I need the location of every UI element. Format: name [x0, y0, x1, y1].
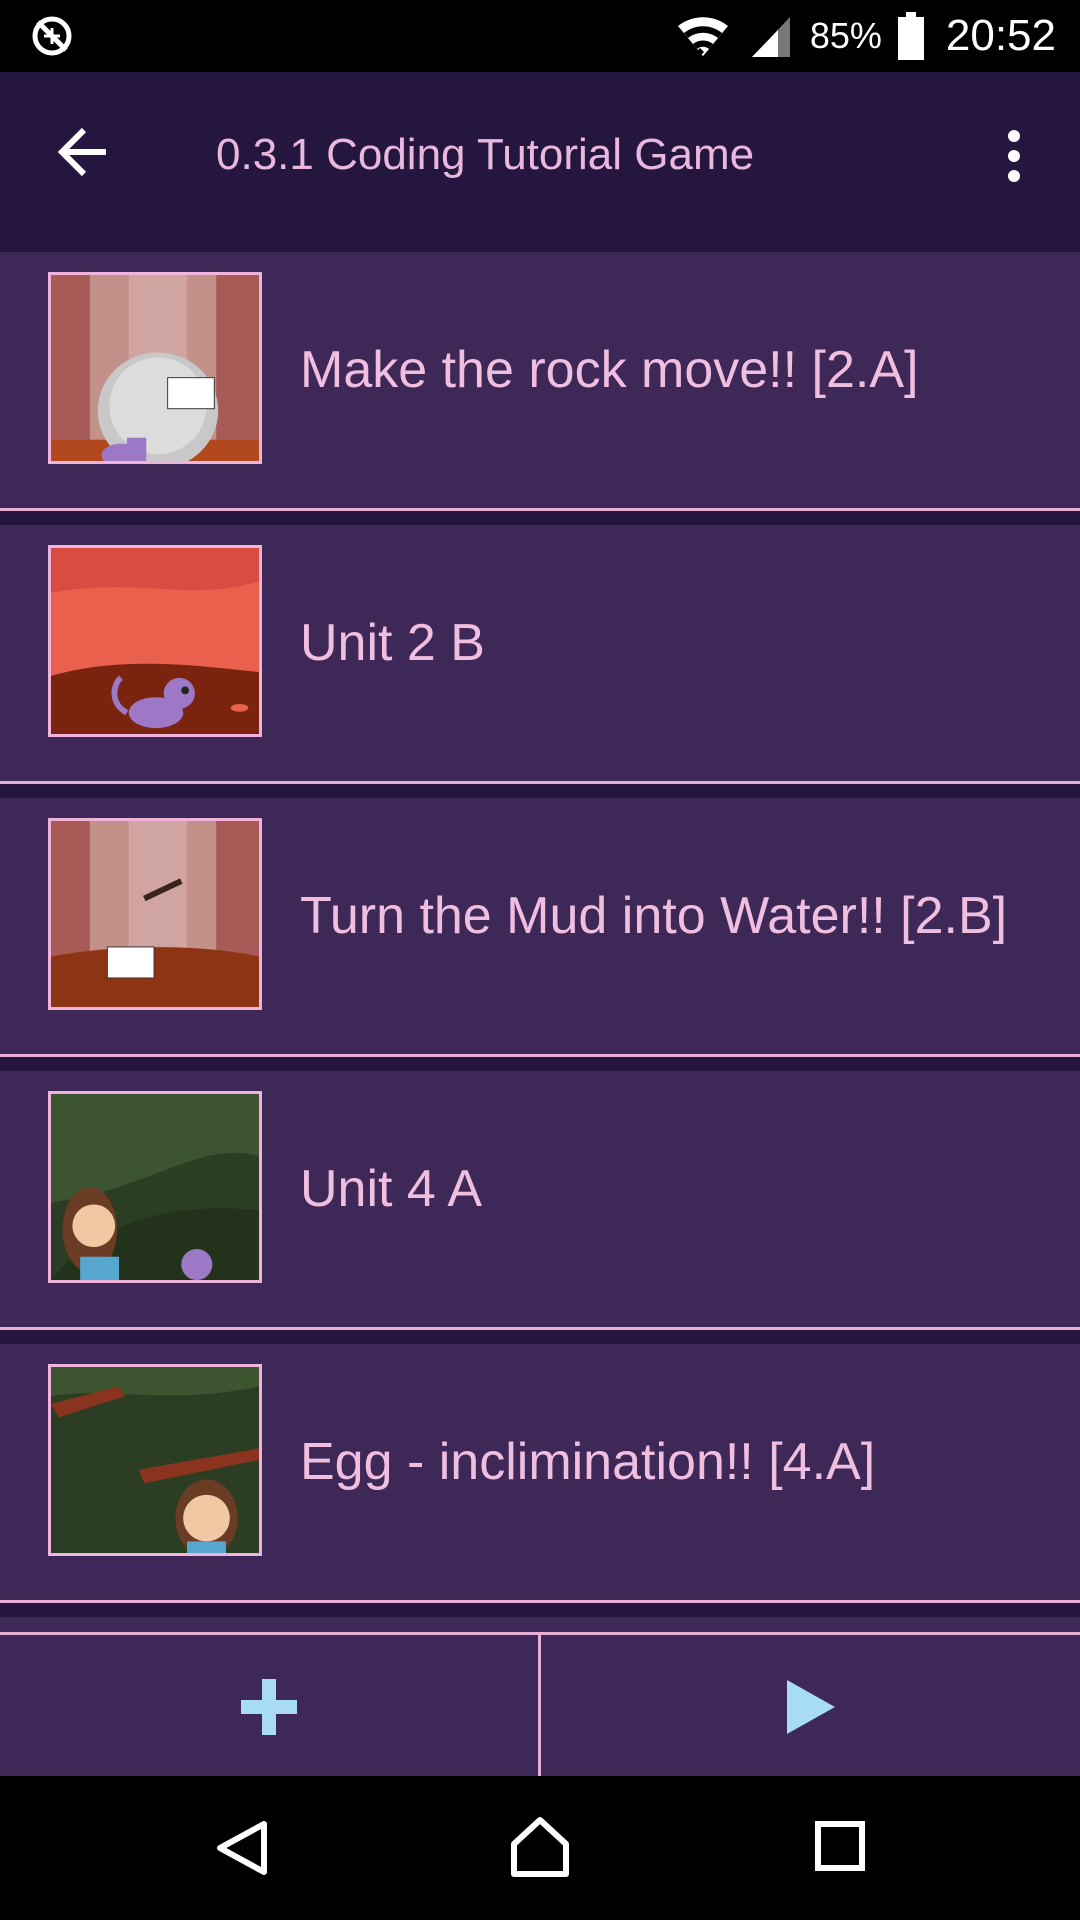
level-thumbnail: [48, 272, 262, 464]
more-vert-icon[interactable]: [1000, 128, 1028, 184]
list-item-label: Unit 2 B: [300, 614, 485, 672]
play-icon: [786, 1680, 835, 1734]
level-thumbnail: [48, 818, 262, 1010]
list-item[interactable]: Make the rock move!! [2.A]: [0, 252, 1080, 511]
cell-signal-icon: [751, 17, 790, 57]
play-button[interactable]: [541, 1635, 1080, 1779]
data-saver-off-icon: [32, 16, 72, 56]
battery-icon: [897, 12, 924, 60]
app-toolbar: 0.3.1 Coding Tutorial Game: [0, 72, 1080, 236]
nav-recents-icon[interactable]: [814, 1820, 866, 1872]
list-item[interactable]: [0, 1617, 1080, 1632]
status-bar: 85% 20:52: [0, 0, 1080, 72]
plus-icon: [241, 1679, 297, 1735]
list-item[interactable]: Unit 4 A: [0, 1071, 1080, 1330]
system-nav-bar: [0, 1776, 1080, 1920]
list-item-label: Egg - inclimination!! [4.A]: [300, 1433, 876, 1491]
nav-back-icon[interactable]: [212, 1818, 272, 1878]
list-item[interactable]: Egg - inclimination!! [4.A]: [0, 1344, 1080, 1603]
list-item[interactable]: Unit 2 B: [0, 525, 1080, 784]
list-item-label: Make the rock move!! [2.A]: [300, 341, 919, 399]
level-thumbnail: [48, 1364, 262, 1556]
level-thumbnail: [48, 1091, 262, 1283]
level-list: Make the rock move!! [2.A] Unit 2 B Turn…: [0, 236, 1080, 1632]
back-arrow-icon[interactable]: [56, 124, 112, 180]
battery-percent: 85%: [809, 15, 882, 56]
wifi-icon: [677, 17, 728, 56]
list-item[interactable]: Turn the Mud into Water!! [2.B]: [0, 798, 1080, 1057]
clock: 20:52: [945, 11, 1056, 60]
nav-home-icon[interactable]: [508, 1814, 572, 1878]
list-item-label: Unit 4 A: [300, 1160, 483, 1218]
list-item-label: Turn the Mud into Water!! [2.B]: [300, 887, 1008, 945]
page-title: 0.3.1 Coding Tutorial Game: [216, 130, 755, 179]
add-button[interactable]: [0, 1635, 538, 1779]
bottom-action-bar: [0, 1632, 1080, 1779]
level-thumbnail: [48, 545, 262, 737]
